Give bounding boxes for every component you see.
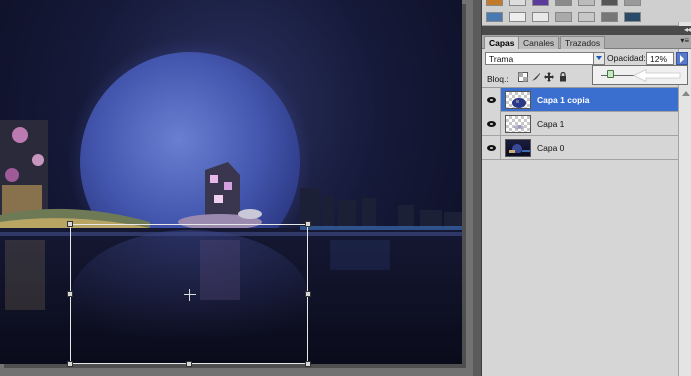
- style-swatch[interactable]: [624, 12, 641, 22]
- lock-all-padlock-icon[interactable]: [558, 72, 568, 82]
- tab-capas[interactable]: Capas: [484, 36, 520, 49]
- layer-row[interactable]: Capa 0: [482, 136, 678, 160]
- style-swatch[interactable]: [555, 0, 572, 6]
- canvas-area[interactable]: [0, 0, 473, 376]
- panel-dock-divider[interactable]: [473, 0, 481, 376]
- eye-icon: [487, 145, 496, 151]
- style-swatch[interactable]: [624, 0, 641, 6]
- style-swatch[interactable]: [509, 0, 526, 6]
- eye-icon: [487, 97, 496, 103]
- style-swatch[interactable]: [578, 12, 595, 22]
- transform-handle-bottom-left[interactable]: [67, 361, 73, 367]
- layer-thumbnail: [505, 91, 531, 109]
- lock-image-pixels-brush-icon[interactable]: [531, 72, 541, 82]
- style-swatch[interactable]: [509, 12, 526, 22]
- styles-panel: [482, 0, 691, 26]
- document-shadow-bottom: [4, 364, 466, 368]
- style-swatch[interactable]: [555, 12, 572, 22]
- opacity-slider-popup: [592, 65, 688, 85]
- layer-name[interactable]: Capa 1 copia: [537, 95, 589, 105]
- opacity-label: Opacidad:: [607, 53, 646, 63]
- right-panel-dock: ◂◂ Capas Canales Trazados ▾≡ Trama Opaci…: [481, 0, 691, 376]
- transform-handle-middle-left[interactable]: [67, 291, 73, 297]
- layer-row[interactable]: Capa 1: [482, 112, 678, 136]
- transform-handle-top-right[interactable]: [305, 221, 311, 227]
- layer-thumbnail: [505, 139, 531, 157]
- tab-canales[interactable]: Canales: [518, 36, 560, 49]
- panel-dock-header[interactable]: ◂◂: [482, 25, 691, 35]
- blend-mode-value: Trama: [489, 54, 514, 64]
- blend-mode-select[interactable]: Trama: [485, 52, 605, 65]
- transform-handle-bottom-right[interactable]: [305, 361, 311, 367]
- style-swatch[interactable]: [532, 12, 549, 22]
- style-swatch[interactable]: [486, 12, 503, 22]
- panel-menu-icon[interactable]: ▾≡: [680, 36, 689, 45]
- style-swatch[interactable]: [486, 0, 503, 6]
- transform-reference-point-icon[interactable]: [184, 289, 196, 301]
- opacity-slider-thumb[interactable]: [607, 70, 615, 78]
- opacity-input[interactable]: 12%: [646, 52, 674, 65]
- layer-thumbnail: [505, 115, 531, 133]
- lock-label: Bloq.:: [487, 74, 509, 84]
- layers-scrollbar[interactable]: [678, 87, 691, 376]
- style-swatch[interactable]: [578, 0, 595, 6]
- tab-trazados[interactable]: Trazados: [560, 36, 606, 49]
- document-shadow: [462, 4, 466, 368]
- transform-handle-top-left[interactable]: [67, 221, 73, 227]
- style-swatch[interactable]: [532, 0, 549, 6]
- visibility-toggle[interactable]: [482, 112, 501, 136]
- opacity-slider-toggle-button[interactable]: [676, 52, 688, 65]
- visibility-toggle[interactable]: [482, 88, 501, 112]
- style-swatch[interactable]: [601, 0, 618, 6]
- transform-handle-middle-right[interactable]: [305, 291, 311, 297]
- chevron-down-icon[interactable]: [593, 53, 604, 64]
- visibility-toggle[interactable]: [482, 136, 501, 160]
- arrow-left-icon: [633, 69, 681, 82]
- layer-row[interactable]: Capa 1 copia: [482, 88, 678, 112]
- double-chevron-right-icon[interactable]: ◂◂: [684, 25, 691, 34]
- transform-handle-bottom-center[interactable]: [186, 361, 192, 367]
- layer-name[interactable]: Capa 1: [537, 119, 564, 129]
- layers-panel-tabs: Capas Canales Trazados ▾≡: [482, 35, 691, 49]
- layer-name[interactable]: Capa 0: [537, 143, 564, 153]
- scroll-up-arrow-icon[interactable]: [682, 91, 690, 96]
- lock-transparent-pixels-icon[interactable]: [518, 72, 528, 82]
- lock-position-move-icon[interactable]: [544, 72, 554, 82]
- layers-list: Capa 1 copia Capa 1 Capa 0: [482, 87, 678, 376]
- eye-icon: [487, 121, 496, 127]
- style-swatch[interactable]: [601, 12, 618, 22]
